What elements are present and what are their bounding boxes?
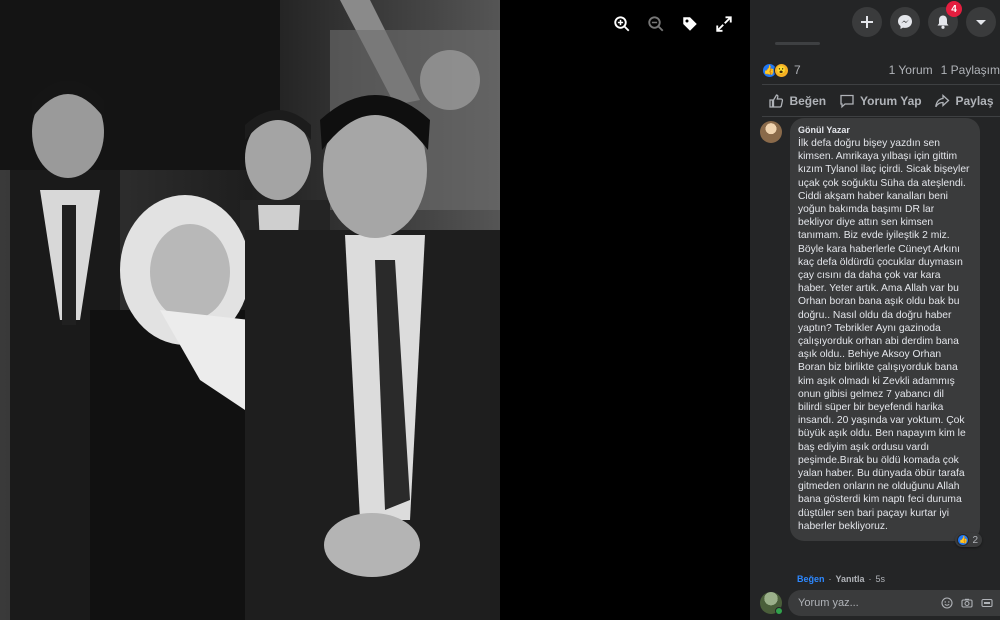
commenter-avatar[interactable]: [760, 121, 782, 143]
share-button[interactable]: Paylaş: [934, 93, 994, 109]
comment-reply-link[interactable]: Yanıtla: [836, 574, 865, 584]
shares-count-link[interactable]: 1 Paylaşım: [941, 63, 1000, 77]
reaction-count: 7: [794, 63, 801, 77]
photo-illustration: [0, 0, 500, 620]
fullscreen-icon[interactable]: [712, 12, 736, 36]
comment-text: İlk defa doğru bişey yazdın sen kimsen. …: [798, 138, 970, 532]
reaction-summary[interactable]: 👍 😮 7: [762, 62, 801, 78]
caret-down-icon: [976, 20, 986, 25]
tag-icon[interactable]: [678, 12, 702, 36]
divider: [762, 116, 1000, 117]
bell-icon: [937, 15, 949, 29]
account-menu-button[interactable]: [966, 7, 996, 37]
emoji-icon[interactable]: [940, 596, 954, 610]
wow-reaction-icon: 😮: [774, 62, 789, 78]
comment-reaction-count: 2: [972, 534, 978, 546]
like-button[interactable]: Beğen: [768, 93, 826, 109]
comment-input-box: [788, 590, 1000, 616]
comment-like-link[interactable]: Beğen: [797, 574, 825, 584]
user-avatar[interactable]: [760, 592, 783, 615]
composer-tools: [940, 596, 1000, 610]
messenger-icon: [898, 15, 912, 29]
comment-input[interactable]: [798, 597, 940, 609]
thumbs-up-icon: [769, 94, 784, 108]
divider: [762, 84, 1000, 85]
camera-icon[interactable]: [960, 596, 974, 610]
comment-button[interactable]: Yorum Yap: [839, 93, 922, 109]
post-stats: 👍 😮 7 1 Yorum 1 Paylaşım: [762, 60, 1000, 80]
comment-time[interactable]: 5s: [876, 574, 886, 584]
zoom-in-icon[interactable]: [610, 12, 634, 36]
notification-badge: 4: [946, 1, 962, 17]
like-label: Beğen: [789, 94, 827, 108]
share-icon: [935, 94, 950, 108]
scroll-indicator: [775, 42, 820, 45]
post-photo[interactable]: [0, 0, 500, 620]
post-actions: Beğen Yorum Yap Paylaş: [762, 88, 1000, 114]
messenger-button[interactable]: [890, 7, 920, 37]
create-button[interactable]: [852, 7, 882, 37]
comment-author[interactable]: Gönül Yazar: [798, 125, 970, 135]
share-label: Paylaş: [955, 94, 994, 108]
comment-item: Gönül Yazar İlk defa doğru bişey yazdın …: [760, 118, 984, 548]
notifications-button[interactable]: 4: [928, 1, 962, 37]
online-status-dot: [775, 607, 783, 615]
plus-icon: [861, 16, 873, 28]
gif-icon[interactable]: [980, 596, 994, 610]
comment-label: Yorum Yap: [860, 94, 922, 108]
comment-meta: Beğen · Yanıtla · 5s: [797, 574, 886, 584]
comments-count-link[interactable]: 1 Yorum: [889, 63, 933, 77]
comment-icon: [840, 94, 854, 109]
post-side-panel: 4 👍 😮 7 1 Yorum 1 Paylaşım Beğen Yorum Y…: [750, 0, 1000, 620]
comment-bubble: Gönül Yazar İlk defa doğru bişey yazdın …: [790, 118, 982, 548]
like-reaction-icon: 👍: [957, 534, 970, 547]
post-counts: 1 Yorum 1 Paylaşım: [889, 63, 1000, 77]
comment-composer: [760, 590, 1000, 616]
zoom-out-icon[interactable]: [644, 12, 668, 36]
photo-viewer: [0, 0, 750, 620]
viewer-toolbar: [610, 12, 736, 36]
top-navigation: 4: [750, 0, 1000, 44]
comment-reactions[interactable]: 👍 2: [955, 533, 982, 548]
